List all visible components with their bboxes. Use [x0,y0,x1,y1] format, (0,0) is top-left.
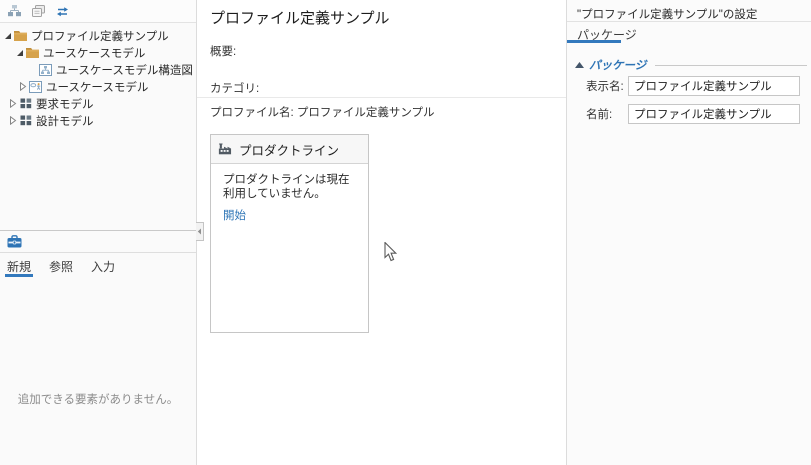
profile-name-label: プロファイル名: [210,107,294,119]
overview-label: 概要: [210,46,237,58]
package-section-header[interactable]: パッケージ [575,57,807,73]
field-label: 名前: [586,109,613,121]
editor-panel: プロファイル定義サンプル 概要: カテゴリ: プロファイル名: プロファイル定義… [197,0,566,465]
settings-panel: "プロファイル定義サンプル"の設定 パッケージ パッケージ 表示名:名前: [566,0,811,465]
tree-item-label: ユースケースモデル [46,81,149,94]
toolbox-empty-message: 追加できる要素がありません。 [17,394,179,406]
tree-item[interactable]: プロファイル定義サンプル [0,27,196,44]
profile-name-line: プロファイル名: プロファイル定義サンプル [210,104,435,120]
model-icon [18,97,33,110]
tree-item[interactable]: 設計モデル [0,112,196,129]
category-label: カテゴリ: [210,83,260,95]
navigator-toolbar [0,0,196,23]
profile-name-value: プロファイル定義サンプル [296,107,435,119]
model-navigator-panel: プロファイル定義サンプル ユースケースモデル ユースケースモデル構造図 ユースケースモ… [0,0,197,465]
add-diagram-icon[interactable] [7,4,22,19]
diagram-icon [38,63,53,76]
expander-icon[interactable] [2,31,13,41]
start-link[interactable]: 開始 [223,207,246,223]
sync-icon[interactable] [55,4,70,19]
toolbox-panel: 新規 参照 入力 追加できる要素がありません。 [0,230,196,465]
editor-divider [197,97,566,98]
settings-field-row: 表示名: [567,76,811,96]
mouse-cursor [384,242,397,262]
page-title: プロファイル定義サンプル [210,10,390,27]
tab-package-underline [567,40,621,43]
toolbox-tab-新規[interactable]: 新規 [5,258,34,277]
usecase-icon [28,80,43,93]
expander-icon[interactable] [17,82,28,92]
tree-item[interactable]: 要求モデル [0,95,196,112]
product-line-card-body: プロダクトラインは現在利用していません。 開始 [211,164,368,224]
expander-icon[interactable] [7,99,18,109]
tree-item-label: ユースケースモデル構造図 [56,64,193,77]
product-line-message: プロダクトラインは現在利用していません。 [223,174,350,200]
collapse-left-icon [197,228,201,235]
toolbox-tab-参照[interactable]: 参照 [47,258,75,277]
app-window: プロファイル定義サンプル ユースケースモデル ユースケースモデル構造図 ユースケースモ… [0,0,811,465]
section-rule [655,64,807,66]
collapse-up-icon [575,62,584,68]
copy-icon[interactable] [31,4,46,19]
folder-icon [25,46,40,59]
model-icon [18,114,33,127]
product-line-card: プロダクトライン プロダクトラインは現在利用していません。 開始 [210,134,369,333]
field-input[interactable] [628,104,800,124]
folder-icon [13,29,28,42]
tree-item-label: ユースケースモデル [43,47,146,60]
tree-item[interactable]: ユースケースモデル構造図 [0,61,196,78]
tree-item[interactable]: ユースケースモデル [0,44,196,61]
toolbox-tab-入力[interactable]: 入力 [89,258,117,277]
product-line-card-title: プロダクトライン [239,143,340,158]
package-section-label: パッケージ [589,60,647,72]
settings-title: "プロファイル定義サンプル"の設定 [577,9,758,21]
field-input[interactable] [628,76,800,96]
toolbox-icon-row [0,231,196,253]
settings-divider [567,21,811,22]
factory-icon [218,142,233,157]
expander-icon[interactable] [14,48,25,58]
field-label: 表示名: [586,81,624,93]
expander-icon[interactable] [7,116,18,126]
toolbox-icon [7,234,22,249]
settings-fields: 表示名: 名前: [567,76,811,132]
model-tree: プロファイル定義サンプル ユースケースモデル ユースケースモデル構造図 ユースケースモ… [0,23,196,129]
tree-item-label: 設計モデル [36,115,94,128]
settings-field-row: 名前: [567,104,811,124]
toolbox-tabs: 新規 参照 入力 [0,253,196,277]
tree-item-label: 要求モデル [36,98,94,111]
tree-item-label: プロファイル定義サンプル [31,30,169,43]
panel-splitter-handle[interactable] [196,222,204,241]
product-line-card-header: プロダクトライン [211,135,368,164]
tree-item[interactable]: ユースケースモデル [0,78,196,95]
